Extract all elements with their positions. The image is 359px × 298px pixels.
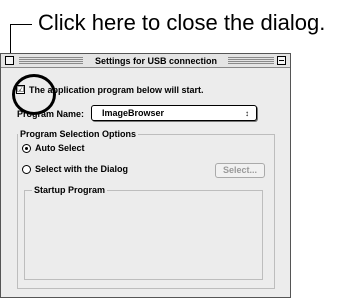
highlight-circle bbox=[12, 74, 56, 115]
titlebar-stripes-right bbox=[228, 57, 274, 64]
program-name-select[interactable]: ImageBrowser ↕ bbox=[91, 105, 257, 121]
auto-select-radio[interactable] bbox=[22, 144, 31, 153]
auto-select-label[interactable]: Auto Select bbox=[35, 142, 85, 154]
dialog-title: Settings for USB connection bbox=[94, 56, 217, 66]
program-selection-group-label: Program Selection Options bbox=[18, 128, 139, 140]
select-with-dialog-label[interactable]: Select with the Dialog bbox=[35, 163, 128, 175]
startup-program-box bbox=[24, 190, 263, 280]
callout-leader-horizontal bbox=[10, 24, 32, 25]
select-arrows-icon: ↕ bbox=[245, 109, 249, 118]
startup-program-label: Startup Program bbox=[32, 184, 108, 196]
callout-text: Click here to close the dialog. bbox=[38, 10, 326, 35]
close-box-icon[interactable] bbox=[5, 56, 14, 65]
dialog-titlebar[interactable]: Settings for USB connection bbox=[1, 54, 290, 68]
titlebar-stripes-left bbox=[19, 57, 83, 64]
select-button[interactable]: Select... bbox=[215, 163, 265, 178]
callout-leader-vertical bbox=[10, 24, 11, 53]
select-with-dialog-radio[interactable] bbox=[22, 165, 31, 174]
zoom-box-icon[interactable] bbox=[277, 56, 286, 65]
program-name-value: ImageBrowser bbox=[102, 108, 165, 118]
